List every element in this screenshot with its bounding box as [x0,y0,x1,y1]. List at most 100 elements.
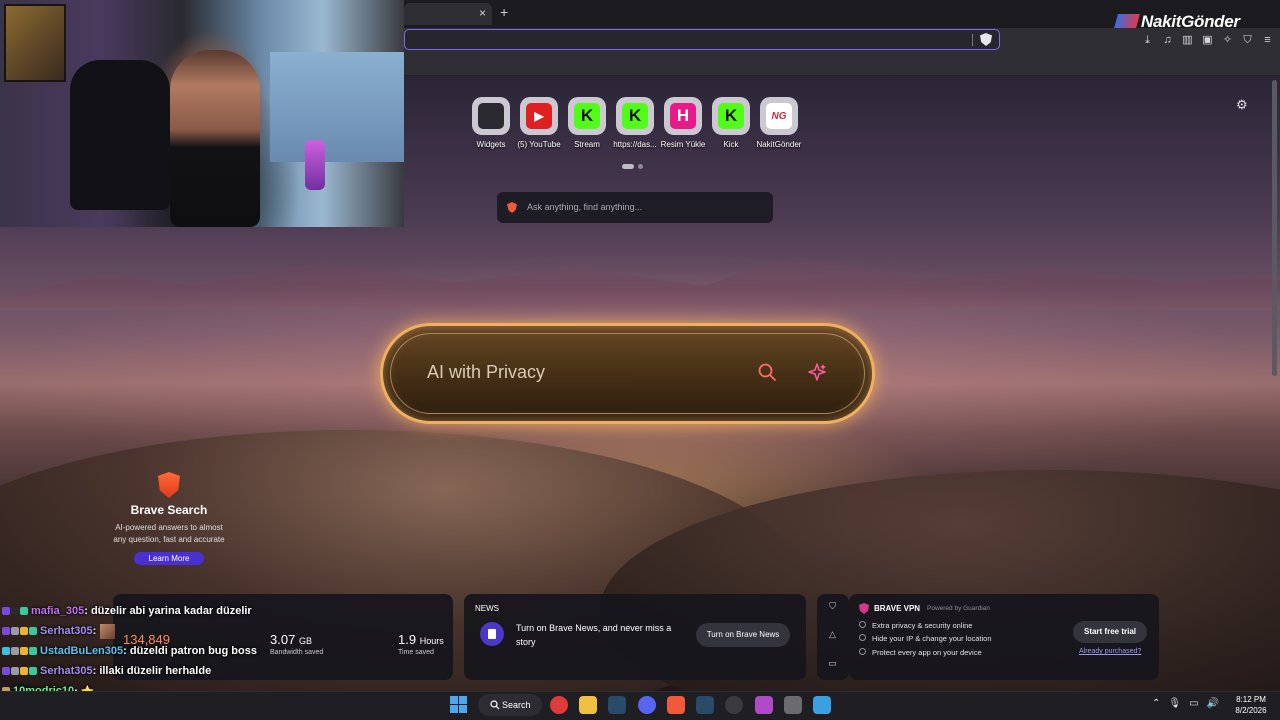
top-site-tile[interactable]: Khttps://das... [611,97,659,149]
search-icon[interactable] [757,362,777,382]
youtube-icon: ▶ [526,103,552,129]
news-card: NEWS Turn on Brave News, and never miss … [464,594,806,680]
stream-brand-logo: NakitGönder [1114,12,1240,32]
badge-icon [2,627,10,635]
search-icon [490,700,500,710]
vpn-icon[interactable]: ⛉ [1240,33,1255,47]
screen-icon[interactable]: ▭ [827,658,838,669]
brave-lion-icon [158,472,180,498]
top-site-tile[interactable]: NG NakitGönder [755,97,803,149]
page-scrollbar[interactable] [1272,80,1277,376]
page-dot-active[interactable] [622,164,634,169]
promo-title: Brave Search [130,503,208,517]
top-site-icon-frame: H [664,97,702,135]
resim-yukle-icon: H [670,103,696,129]
kick-icon: K [718,103,744,129]
badge-icon [20,667,28,675]
volume-icon[interactable]: 🔊 [1207,698,1219,709]
chat-text: : düzeldi patron bug boss [123,645,257,657]
badge-icon [2,607,10,615]
top-sites-pagination[interactable] [622,164,643,169]
brave-browser-icon[interactable] [667,696,685,714]
active-tab[interactable]: × [404,3,492,25]
close-tab-icon[interactable]: × [479,6,486,20]
news-icon [480,622,504,646]
app-icon[interactable] [725,696,743,714]
music-icon[interactable]: ♫ [1160,33,1175,47]
app-icon[interactable] [813,696,831,714]
toolbar-icons: ⤓ ♫ ▥ ▣ ✧ ⛉ ≡ [1140,33,1275,47]
top-site-label: NakitGönder [756,140,802,149]
emote-icon [100,623,116,639]
taskbar-search[interactable]: Search [478,694,542,716]
vpn-card: BRAVE VPN Powered by Guardian Extra priv… [849,594,1159,680]
wall-painting [4,4,66,82]
webcam-overlay [0,0,404,227]
triangle-icon[interactable]: △ [827,629,838,640]
top-site-tile[interactable]: ▶ (5) YouTube [515,97,563,149]
top-site-tile[interactable]: Widgets [467,97,515,149]
news-header: NEWS [475,604,499,613]
chat-username: Serhat305 [40,665,93,677]
vpn-feature: Hide your IP & change your location [872,634,992,643]
start-free-trial-button[interactable]: Start free trial [1073,621,1147,643]
learn-more-button[interactable]: Learn More [134,552,204,565]
vpn-feature: Extra privacy & security online [872,621,973,630]
top-site-tile[interactable]: K Kick [707,97,755,149]
turn-on-news-button[interactable]: Turn on Brave News [696,623,790,647]
wallet-icon[interactable]: ▣ [1200,33,1215,47]
chevron-up-icon[interactable]: ⌃ [1152,698,1160,709]
app-icon[interactable] [550,696,568,714]
check-icon [859,634,866,641]
check-icon [859,648,866,655]
taskbar-clock[interactable]: 8:12 PM 8/2/2026 [1228,694,1274,716]
page-dot[interactable] [638,164,643,169]
network-icon[interactable]: ▭ [1189,698,1198,709]
top-site-tile[interactable]: H Resim Yükle [659,97,707,149]
discord-icon[interactable] [638,696,656,714]
sparkle-icon[interactable] [808,362,828,382]
chat-username: UstadBuLen305 [40,645,124,657]
download-icon[interactable]: ⤓ [1140,33,1155,47]
window-view [270,52,404,162]
windows-start-icon[interactable] [450,696,467,713]
badge-icon [2,647,10,655]
vpn-powered-by: Powered by Guardian [927,605,990,612]
steam-icon[interactable] [608,696,626,714]
streamer [170,50,260,227]
gear-icon[interactable]: ⚙ [1236,97,1248,113]
screen: × + NakitGönder ⤓ ♫ ▥ ▣ ✧ ⛉ ≡ Widgets ▶ (5… [0,0,1280,720]
widget-switcher: ⛉ △ ▭ [817,594,849,680]
gaming-chair [70,60,170,210]
app-icon[interactable] [784,696,802,714]
badge-icon [20,607,28,615]
sidebar-icon[interactable]: ▥ [1180,33,1195,47]
chat-username: mafia_305 [31,605,85,617]
widgets-icon [478,103,504,129]
already-purchased-link[interactable]: Already purchased? [1079,648,1141,655]
app-icon[interactable] [755,696,773,714]
top-site-tile[interactable]: K Stream [563,97,611,149]
new-tab-button[interactable]: + [500,4,508,20]
vpn-shield-icon [859,603,869,614]
shield-icon[interactable]: ⛉ [827,601,838,612]
badge-icon [11,647,19,655]
address-bar-divider [972,34,973,46]
badge-icon [20,627,28,635]
chat-badges [2,627,37,635]
promo-description: AI-powered answers to almost any questio… [113,523,225,544]
file-explorer-icon[interactable] [579,696,597,714]
address-bar[interactable] [404,29,1000,50]
microphone-icon[interactable]: 🎙 [1168,698,1181,709]
ask-bar[interactable]: Ask anything, find anything... [497,192,773,223]
clock-time: 8:12 PM [1236,695,1266,704]
steam-icon[interactable] [696,696,714,714]
chat-text: : [92,625,97,637]
chat-badges [2,607,28,615]
badge-icon [11,607,19,615]
chat-message: mafia_305 : düzelir abi yarina kadar düz… [2,601,422,621]
menu-icon[interactable]: ≡ [1260,33,1275,47]
chat-username: Serhat305 [40,625,93,637]
top-site-icon-frame: K [712,97,750,135]
leo-icon[interactable]: ✧ [1220,33,1235,47]
